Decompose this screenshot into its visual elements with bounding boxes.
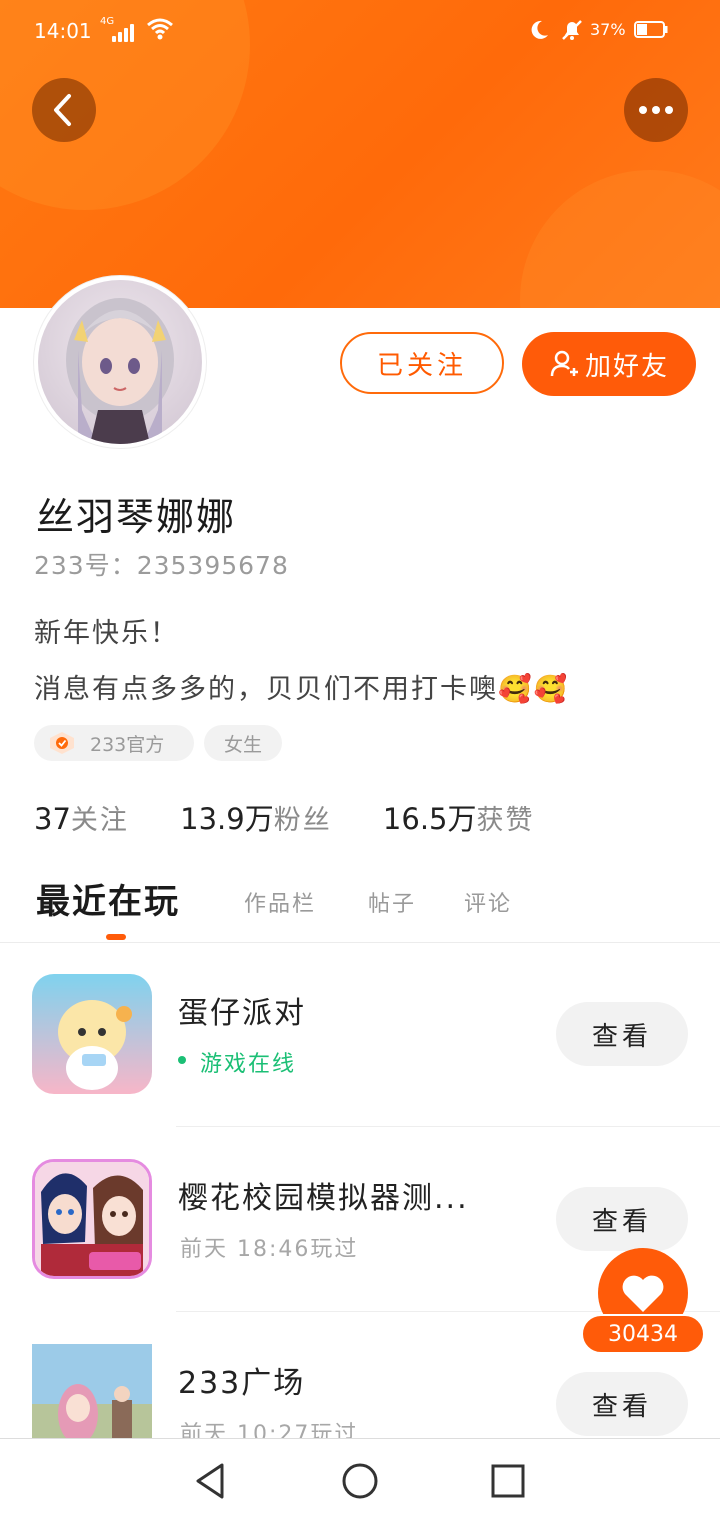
more-options-button[interactable] [624, 78, 688, 142]
stat-label: 关注 [70, 805, 129, 836]
like-count: 30434 [581, 1314, 705, 1354]
tag-gender: 女生 [204, 725, 282, 761]
do-not-disturb-moon-icon [531, 20, 548, 39]
back-button[interactable] [32, 78, 96, 142]
wifi-icon [147, 18, 173, 40]
game-status: 游戏在线 [200, 1052, 297, 1077]
official-badge-icon [50, 732, 74, 754]
tab-recently-played[interactable]: 最近在玩 [36, 874, 180, 923]
nav-back-icon[interactable] [190, 1461, 230, 1501]
tag-label: 233官方 [90, 733, 165, 756]
nav-recents-icon[interactable] [490, 1463, 526, 1499]
bio: 新年快乐！ 消息有点多多的，贝贝们不用打卡噢🥰🥰 [34, 606, 569, 718]
user-id: 233号：235395678 [34, 551, 289, 580]
view-button[interactable]: 查看 [556, 1002, 688, 1066]
nav-home-icon[interactable] [340, 1461, 380, 1501]
profile-header-banner: 14:01 4G 37% [0, 0, 720, 308]
stat-value: 13.9万 [180, 802, 274, 836]
list-item[interactable]: 蛋仔派对 游戏在线 查看 [0, 942, 720, 1127]
anime-girl-avatar-art [66, 298, 174, 444]
add-friend-label: 加好友 [584, 351, 669, 382]
stat-value: 16.5万 [382, 802, 477, 836]
battery-percent: 37% [590, 20, 626, 39]
avatar[interactable] [34, 276, 206, 448]
profile-name: 丝羽琴娜娜 [36, 495, 237, 539]
game-icon-sakura-school [32, 1159, 152, 1279]
game-title: 蛋仔派对 [178, 996, 306, 1031]
tag-label: 女生 [223, 733, 262, 756]
tab-works[interactable]: 作品栏 [244, 886, 316, 918]
followed-button[interactable]: 已关注 [340, 332, 504, 394]
profile-stats: 37关注 13.9万粉丝 16.5万获赞 [34, 796, 535, 838]
tab-comments[interactable]: 评论 [464, 886, 512, 918]
system-navigation-bar [0, 1438, 720, 1521]
more-dots-icon [639, 106, 673, 114]
banner-decoration [520, 170, 720, 308]
stat-value: 37 [34, 802, 71, 836]
game-last-played: 前天 18:46玩过 [180, 1237, 359, 1262]
game-title: 樱花校园模拟器测... [178, 1181, 469, 1216]
add-user-icon [550, 350, 578, 377]
mute-bell-icon [562, 20, 582, 40]
stat-following[interactable]: 37关注 [34, 798, 129, 837]
battery-icon [634, 21, 668, 38]
bio-line: 消息有点多多的，贝贝们不用打卡噢🥰🥰 [34, 674, 570, 705]
add-friend-button[interactable]: 加好友 [522, 332, 696, 396]
stat-likes[interactable]: 16.5万获赞 [383, 796, 535, 838]
game-icon-eggy-party [32, 974, 152, 1094]
tab-posts[interactable]: 帖子 [368, 886, 416, 918]
view-button[interactable]: 查看 [556, 1187, 688, 1251]
tag-official: 233官方 [34, 725, 194, 761]
active-tab-indicator [106, 934, 126, 940]
bio-line: 新年快乐！ [34, 618, 179, 649]
chevron-left-icon [54, 94, 71, 126]
status-bar: 14:01 4G 37% [0, 0, 720, 62]
stat-label: 获赞 [476, 805, 535, 836]
stat-fans[interactable]: 13.9万粉丝 [180, 796, 332, 838]
stat-label: 粉丝 [273, 805, 332, 836]
status-time: 14:01 [34, 19, 92, 43]
view-button[interactable]: 查看 [556, 1372, 688, 1436]
signal-icon [112, 24, 136, 42]
online-status-dot [178, 1056, 186, 1064]
game-title: 233广场 [178, 1366, 306, 1401]
avatar-image [38, 280, 202, 444]
profile-tabs: 最近在玩 作品栏 帖子 评论 [0, 870, 720, 943]
